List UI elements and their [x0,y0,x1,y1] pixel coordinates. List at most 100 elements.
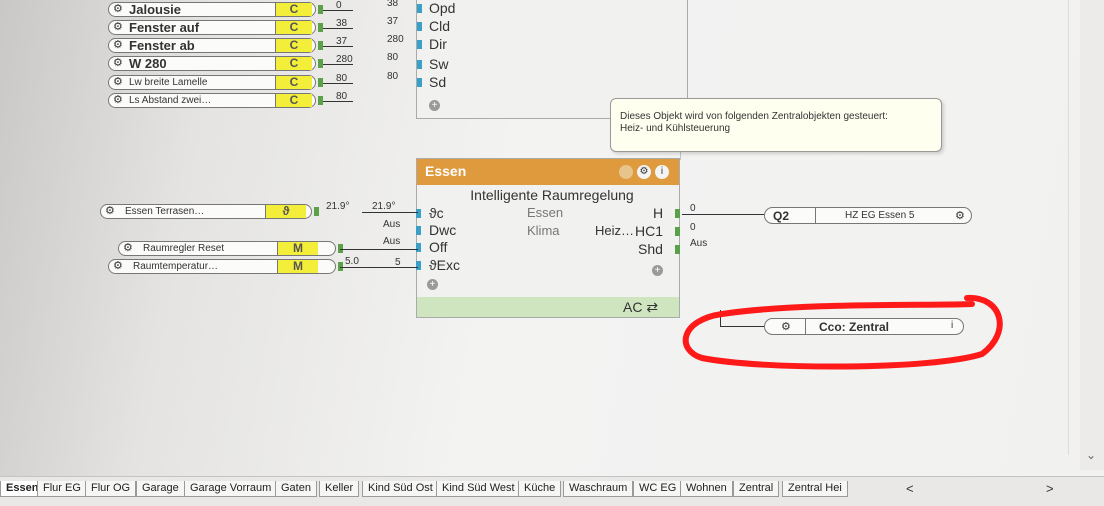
program-canvas[interactable]: ⚙ Jalousie C 0 38 ⚙ Fenster auf C 38 37 ⚙ Fenster a… [0,0,1080,455]
block-header: Essen ⚙ i [417,159,679,185]
top-input-block[interactable]: ⚙ W 280 C [108,56,316,71]
tab-wohnen[interactable]: Wohnen [680,481,733,497]
top-input-block[interactable]: ⚙ Ls Abstand zwei… C [108,93,316,108]
block-type: C [275,21,312,34]
input-port[interactable] [416,209,421,218]
input-label: ϑExc [429,257,460,273]
left-input-block[interactable]: ⚙ Essen Terrasen… ϑ [100,204,312,219]
gear-icon[interactable]: ⚙ [637,165,651,179]
block-label: Jalousie [129,2,182,17]
center-label: Heiz… [595,223,635,238]
tooltip-line-1: Dieses Objekt wird von folgenden Zentral… [620,111,888,122]
wire-value: 0 [336,0,342,11]
info-icon[interactable]: i [655,165,669,179]
input-port[interactable] [417,40,422,49]
input-label: ϑc [429,205,444,221]
wire-value-temp: 21.9° [326,201,350,212]
add-output-icon[interactable]: + [652,265,663,276]
input-label: Off [429,239,448,255]
port-label: Opd [429,0,456,16]
wire-value: 80 [336,91,348,102]
add-input-icon[interactable]: + [427,279,438,290]
block-type: C [275,39,312,52]
wire-value: 38 [336,18,348,29]
add-input-icon[interactable]: + [429,100,440,111]
intelligent-room-control-block[interactable]: Essen ⚙ i Intelligente Raumregelung ϑc Dw… [416,158,680,318]
wire-value: 80 [336,73,348,84]
port-label: Cld [429,18,451,34]
tab-flur-eg[interactable]: Flur EG [37,481,87,497]
output-shd-value: Aus [690,238,708,249]
tab-zentral[interactable]: Zentral [733,481,780,497]
gear-icon[interactable]: ⚙ [113,39,123,52]
tab-flur-og[interactable]: Flur OG [85,481,137,497]
output-port[interactable] [675,227,680,236]
gear-icon[interactable]: ⚙ [113,260,123,273]
block-label: Ls Abstand zwei… [129,95,212,106]
block-label: Fenster ab [129,38,195,53]
wire-value: 37 [336,36,348,47]
input-port[interactable] [417,22,422,31]
tab-next-button[interactable]: > [1046,481,1054,496]
wire-out-value: 37 [387,16,399,27]
left-input-block[interactable]: ⚙ Raumregler Reset M [118,241,336,256]
wire-out-value: 80 [387,71,399,82]
chevron-down-icon[interactable]: ⌄ [1086,448,1096,462]
gear-icon[interactable]: ⚙ [113,21,123,34]
block-type: M [277,260,318,273]
port-label: Sw [429,56,449,72]
input-port[interactable] [417,60,422,69]
wire [340,249,418,250]
tab-wc-eg[interactable]: WC EG [633,481,683,497]
gear-icon[interactable]: ⚙ [113,3,123,16]
tab-keller[interactable]: Keller [319,481,360,497]
output-port[interactable] [675,209,680,218]
tab-garage-vorraum[interactable]: Garage Vorraum [184,481,278,497]
port-label: Dir [429,36,447,52]
ac-label: AC ⇄ [623,299,659,315]
block-label: W 280 [129,56,167,71]
output-hc1-value: 0 [690,222,696,233]
output-block-q2[interactable]: Q2 HZ EG Essen 5 ⚙ [764,207,972,224]
block-type: C [275,3,312,16]
wire-out-value: 280 [387,34,404,45]
block-footer: AC ⇄ [417,297,679,317]
gear-icon[interactable]: ⚙ [105,205,115,218]
top-input-block[interactable]: ⚙ Jalousie C [108,2,316,17]
gear-icon[interactable]: ⚙ [113,57,123,70]
top-input-block[interactable]: ⚙ Lw breite Lamelle C [108,75,316,90]
input-port[interactable] [417,4,422,13]
tab-garage[interactable]: Garage [136,481,185,497]
wire-value-aus-2: Aus [383,236,401,247]
block-label: Raumtemperatur… [133,261,219,272]
input-port[interactable] [416,261,421,270]
top-input-block[interactable]: ⚙ Fenster ab C [108,38,316,53]
tab-waschraum[interactable]: Waschraum [563,481,634,497]
gear-icon[interactable]: ⚙ [113,76,123,89]
block-type: C [275,57,312,70]
input-port[interactable] [417,78,422,87]
input-port[interactable] [416,243,421,252]
block-type: ϑ [265,205,306,218]
tab-prev-button[interactable]: < [906,481,914,496]
input-port[interactable] [416,226,421,235]
output-h-value: 0 [690,203,696,214]
center-label: Klima [527,223,560,238]
tab-kind-süd-ost[interactable]: Kind Süd Ost [362,481,439,497]
top-input-block[interactable]: ⚙ Fenster auf C [108,20,316,35]
tab-kind-süd-west[interactable]: Kind Süd West [436,481,521,497]
gear-icon[interactable]: ⚙ [955,209,965,222]
output-port[interactable] [314,207,319,216]
tab-küche[interactable]: Küche [518,481,562,497]
tab-zentral-hei[interactable]: Zentral Hei [782,481,848,497]
vertical-scrollbar[interactable]: ⌄ [1080,0,1104,470]
block-title: Essen [425,163,467,179]
left-input-block[interactable]: ⚙ Raumtemperatur… M [108,259,336,274]
output-port[interactable] [675,245,680,254]
gear-icon[interactable]: ⚙ [113,94,123,107]
wire-value-aus: Aus [383,219,401,230]
gear-icon[interactable]: ⚙ [123,242,133,255]
divider [815,207,816,224]
wire-value: 5.0 [345,256,359,267]
tab-gaten[interactable]: Gaten [275,481,317,497]
